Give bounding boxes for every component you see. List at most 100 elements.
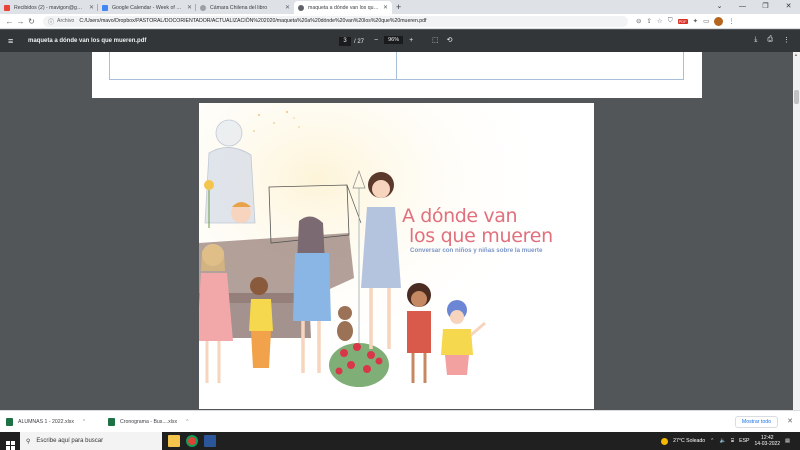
browser-tools: ⊖ ⇪ ☆ ⛉ PDF ✦ ▭ ⋮ bbox=[636, 16, 735, 26]
chevron-up-icon[interactable]: ⌃ bbox=[185, 419, 189, 425]
back-icon[interactable]: ← bbox=[4, 17, 15, 26]
calendar-icon bbox=[102, 4, 108, 11]
cover-title-line1: A dónde van bbox=[402, 205, 518, 227]
print-icon[interactable]: ⎙ bbox=[767, 36, 773, 44]
bookmark-star-icon[interactable]: ☆ bbox=[657, 17, 663, 25]
zoom-icon[interactable]: ⊖ bbox=[636, 17, 641, 25]
pdf-page-previous bbox=[92, 52, 702, 98]
word-icon[interactable] bbox=[204, 435, 216, 447]
zoom-out-button[interactable]: − bbox=[374, 37, 378, 44]
tab-strip: Recibidos (2) - mavigon@gmail.c ✕ Google… bbox=[0, 0, 800, 14]
weather-sun-icon[interactable] bbox=[661, 437, 669, 445]
close-tab-icon[interactable]: ✕ bbox=[89, 4, 94, 11]
pdf-toolbar: ≡ maqueta a dónde van los que mueren.pdf… bbox=[0, 30, 800, 52]
windows-icon bbox=[5, 441, 15, 450]
download-filename: Cronograma - Bus....xlsx bbox=[120, 418, 178, 425]
tab-gmail[interactable]: Recibidos (2) - mavigon@gmail.c ✕ bbox=[0, 1, 98, 14]
tab-camara[interactable]: Cámara Chilena del libro ✕ bbox=[196, 1, 294, 14]
download-item[interactable]: Cronograma - Bus....xlsx ⌃ bbox=[108, 417, 204, 426]
file-explorer-icon[interactable] bbox=[168, 435, 180, 447]
download-icon[interactable]: ⤓ bbox=[754, 36, 757, 44]
clock[interactable]: 12:42 14-03-2022 bbox=[755, 435, 781, 447]
page-indicator: 3 / 27 bbox=[339, 37, 364, 46]
system-tray: 27°C Soleado ⌃ 🔈 ⌸ ESP 12:42 14-03-2022 … bbox=[661, 432, 790, 450]
chrome-icon[interactable] bbox=[186, 435, 198, 447]
close-tab-icon[interactable]: ✕ bbox=[383, 4, 388, 11]
tab-search-icon[interactable]: ⌄ bbox=[708, 0, 731, 13]
maximize-button[interactable]: ❐ bbox=[754, 0, 777, 13]
show-all-downloads-button[interactable]: Mostrar todo bbox=[734, 416, 778, 428]
window-controls: ⌄ — ❐ ✕ bbox=[708, 0, 800, 13]
scrollbar-thumb[interactable] bbox=[794, 90, 799, 104]
cover-illustration bbox=[199, 103, 594, 409]
tab-title: Cámara Chilena del libro bbox=[210, 4, 268, 11]
shield-icon[interactable]: ⛉ bbox=[668, 17, 673, 25]
chevron-up-icon[interactable]: ⌃ bbox=[710, 438, 714, 444]
table-bottom bbox=[109, 52, 684, 80]
extensions-icon[interactable]: ✦ bbox=[693, 17, 698, 25]
close-window-button[interactable]: ✕ bbox=[777, 0, 800, 13]
language-indicator[interactable]: ESP bbox=[739, 438, 749, 444]
network-icon[interactable]: ⌸ bbox=[731, 438, 734, 445]
close-tab-icon[interactable]: ✕ bbox=[285, 4, 290, 11]
more-menu-icon[interactable]: ⋮ bbox=[728, 17, 735, 25]
url-field[interactable]: ⓘ Archivo C:/Users/mavo/Dropbox/PASTORAL… bbox=[43, 15, 628, 27]
forward-icon[interactable]: → bbox=[15, 17, 26, 26]
tab-calendar[interactable]: Google Calendar - Week of Marc ✕ bbox=[98, 1, 196, 14]
pdf-viewer[interactable]: A dónde van los que mueren Conversar con… bbox=[0, 52, 800, 410]
start-button[interactable] bbox=[0, 432, 20, 450]
search-placeholder: Escribe aquí para buscar bbox=[36, 438, 104, 444]
fit-page-icon[interactable]: ⬚ bbox=[432, 36, 439, 44]
zoom-controls: − 96% + bbox=[374, 36, 413, 44]
globe-icon bbox=[298, 4, 304, 11]
download-item[interactable]: ALUMNAS 1 - 2022.xlsx ⌃ bbox=[6, 417, 102, 426]
volume-icon[interactable]: 🔈 bbox=[720, 438, 726, 444]
reload-icon[interactable]: ↻ bbox=[26, 17, 37, 26]
share-icon[interactable]: ⇪ bbox=[646, 17, 651, 25]
address-bar: ← → ↻ ⓘ Archivo C:/Users/mavo/Dropbox/PA… bbox=[0, 14, 800, 29]
info-icon[interactable]: ⓘ bbox=[48, 17, 54, 26]
cover-title-line2: los que mueren bbox=[409, 225, 553, 247]
avatar[interactable] bbox=[714, 16, 724, 26]
url-text: C:/Users/mavo/Dropbox/PASTORAL/DOCORIENT… bbox=[79, 18, 427, 24]
pdf-filename: maqueta a dónde van los que mueren.pdf bbox=[28, 38, 147, 44]
minimize-button[interactable]: — bbox=[731, 0, 754, 13]
excel-file-icon bbox=[6, 417, 13, 426]
menu-icon[interactable]: ≡ bbox=[8, 36, 22, 46]
more-menu-icon[interactable]: ⋮ bbox=[783, 36, 790, 44]
notifications-icon[interactable]: ▤ bbox=[785, 438, 790, 444]
download-filename: ALUMNAS 1 - 2022.xlsx bbox=[18, 418, 74, 425]
vertical-scrollbar[interactable]: ▲ bbox=[793, 52, 800, 410]
excel-file-icon bbox=[108, 417, 115, 426]
zoom-level-input[interactable]: 96% bbox=[384, 36, 404, 44]
clock-date: 14-03-2022 bbox=[754, 441, 781, 447]
url-scheme: Archivo bbox=[57, 18, 75, 24]
page-total: / 27 bbox=[354, 38, 365, 45]
globe-icon bbox=[200, 4, 206, 11]
close-icon[interactable]: ✕ bbox=[787, 417, 793, 425]
close-tab-icon[interactable]: ✕ bbox=[187, 4, 192, 11]
scroll-up-icon[interactable]: ▲ bbox=[794, 52, 798, 57]
windows-taskbar: ⚲ Escribe aquí para buscar 27°C Soleado … bbox=[0, 432, 800, 450]
pdf-page-cover: A dónde van los que mueren Conversar con… bbox=[199, 103, 594, 409]
taskbar-search-input[interactable]: ⚲ Escribe aquí para buscar bbox=[20, 432, 162, 450]
new-tab-button[interactable]: + bbox=[396, 1, 401, 14]
rotate-icon[interactable]: ⟲ bbox=[447, 36, 453, 44]
page-number-input[interactable]: 3 bbox=[339, 37, 351, 46]
pdf-actions: ⤓ ⎙ ⋮ bbox=[754, 36, 790, 44]
tab-title: maqueta a dónde van los que mu bbox=[308, 4, 380, 11]
downloads-bar: ALUMNAS 1 - 2022.xlsx ⌃ Cronograma - Bus… bbox=[0, 410, 800, 432]
gmail-icon bbox=[4, 4, 10, 11]
flower-bush bbox=[329, 343, 389, 387]
pdf-extension-icon[interactable]: PDF bbox=[677, 18, 688, 24]
zoom-in-button[interactable]: + bbox=[409, 37, 413, 44]
search-icon: ⚲ bbox=[26, 438, 31, 445]
tab-title: Google Calendar - Week of Marc bbox=[112, 4, 184, 11]
reading-list-icon[interactable]: ▭ bbox=[703, 17, 709, 25]
tab-pdf-active[interactable]: maqueta a dónde van los que mu ✕ bbox=[294, 1, 392, 14]
view-controls: ⬚ ⟲ bbox=[432, 36, 453, 44]
taskbar-apps bbox=[168, 435, 216, 447]
weather-text[interactable]: 27°C Soleado bbox=[673, 438, 705, 444]
cover-subtitle: Conversar con niños y niñas sobre la mue… bbox=[410, 247, 543, 254]
chevron-up-icon[interactable]: ⌃ bbox=[82, 419, 86, 425]
